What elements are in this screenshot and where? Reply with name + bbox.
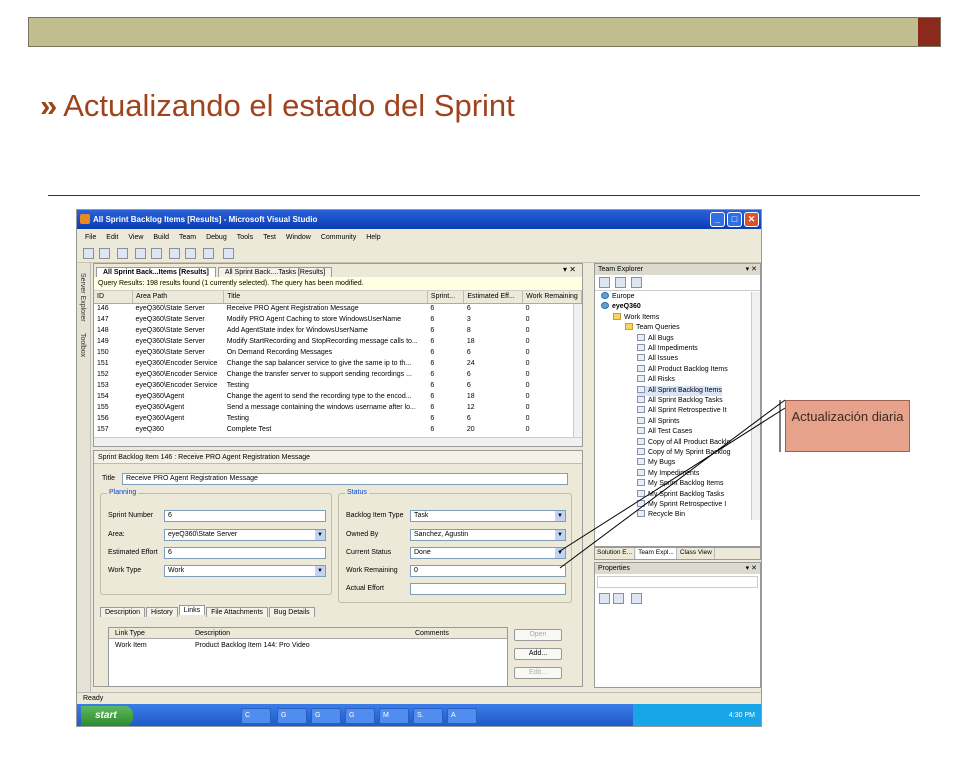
callout-line-current-status [559,407,786,552]
callout-lines [559,399,786,569]
callout-line-work-remaining [559,399,786,569]
